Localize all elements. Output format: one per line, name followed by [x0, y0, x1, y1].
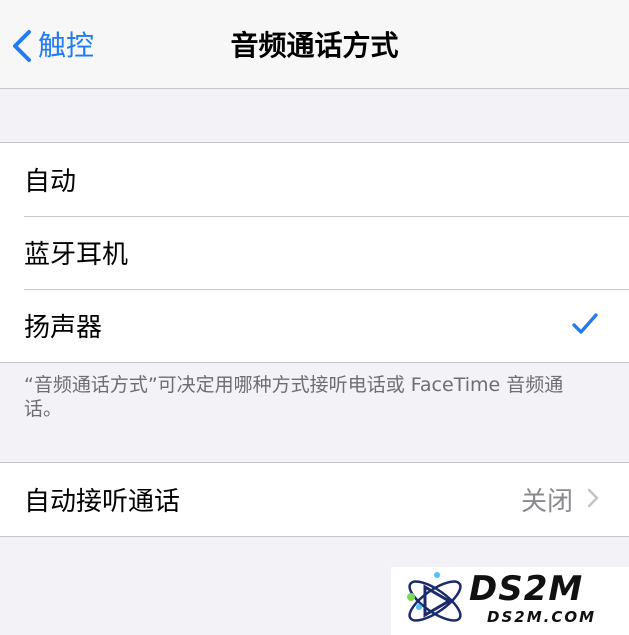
navigation-bar: 触控 音频通话方式	[0, 0, 629, 89]
auto-answer-detail: 关闭	[521, 463, 599, 536]
watermark-brand: DS2M	[469, 569, 584, 609]
auto-answer-value: 关闭	[520, 487, 573, 517]
option-label: 扬声器	[24, 313, 103, 343]
chevron-right-icon	[587, 488, 599, 512]
option-label: 蓝牙耳机	[24, 240, 129, 270]
routing-footer-note: “音频通话方式”可决定用哪种方式接听电话或 FaceTime 音频通话。	[24, 374, 564, 420]
page-title: 音频通话方式	[230, 29, 399, 62]
auto-answer-label: 自动接听通话	[24, 487, 181, 517]
watermark-site: DS2M.COM	[487, 608, 597, 626]
routing-options-group: 自动 蓝牙耳机 扬声器	[0, 142, 629, 363]
option-bluetooth-headset[interactable]: 蓝牙耳机	[0, 216, 629, 289]
option-speaker[interactable]: 扬声器	[0, 289, 629, 362]
auto-answer-group: 自动接听通话 关闭	[0, 462, 629, 537]
auto-answer-row[interactable]: 自动接听通话 关闭	[0, 463, 629, 536]
watermark: DS2M DS2M.COM	[391, 567, 629, 635]
option-label: 自动	[24, 167, 77, 197]
option-auto[interactable]: 自动	[0, 143, 629, 216]
checkmark-icon	[571, 312, 599, 340]
